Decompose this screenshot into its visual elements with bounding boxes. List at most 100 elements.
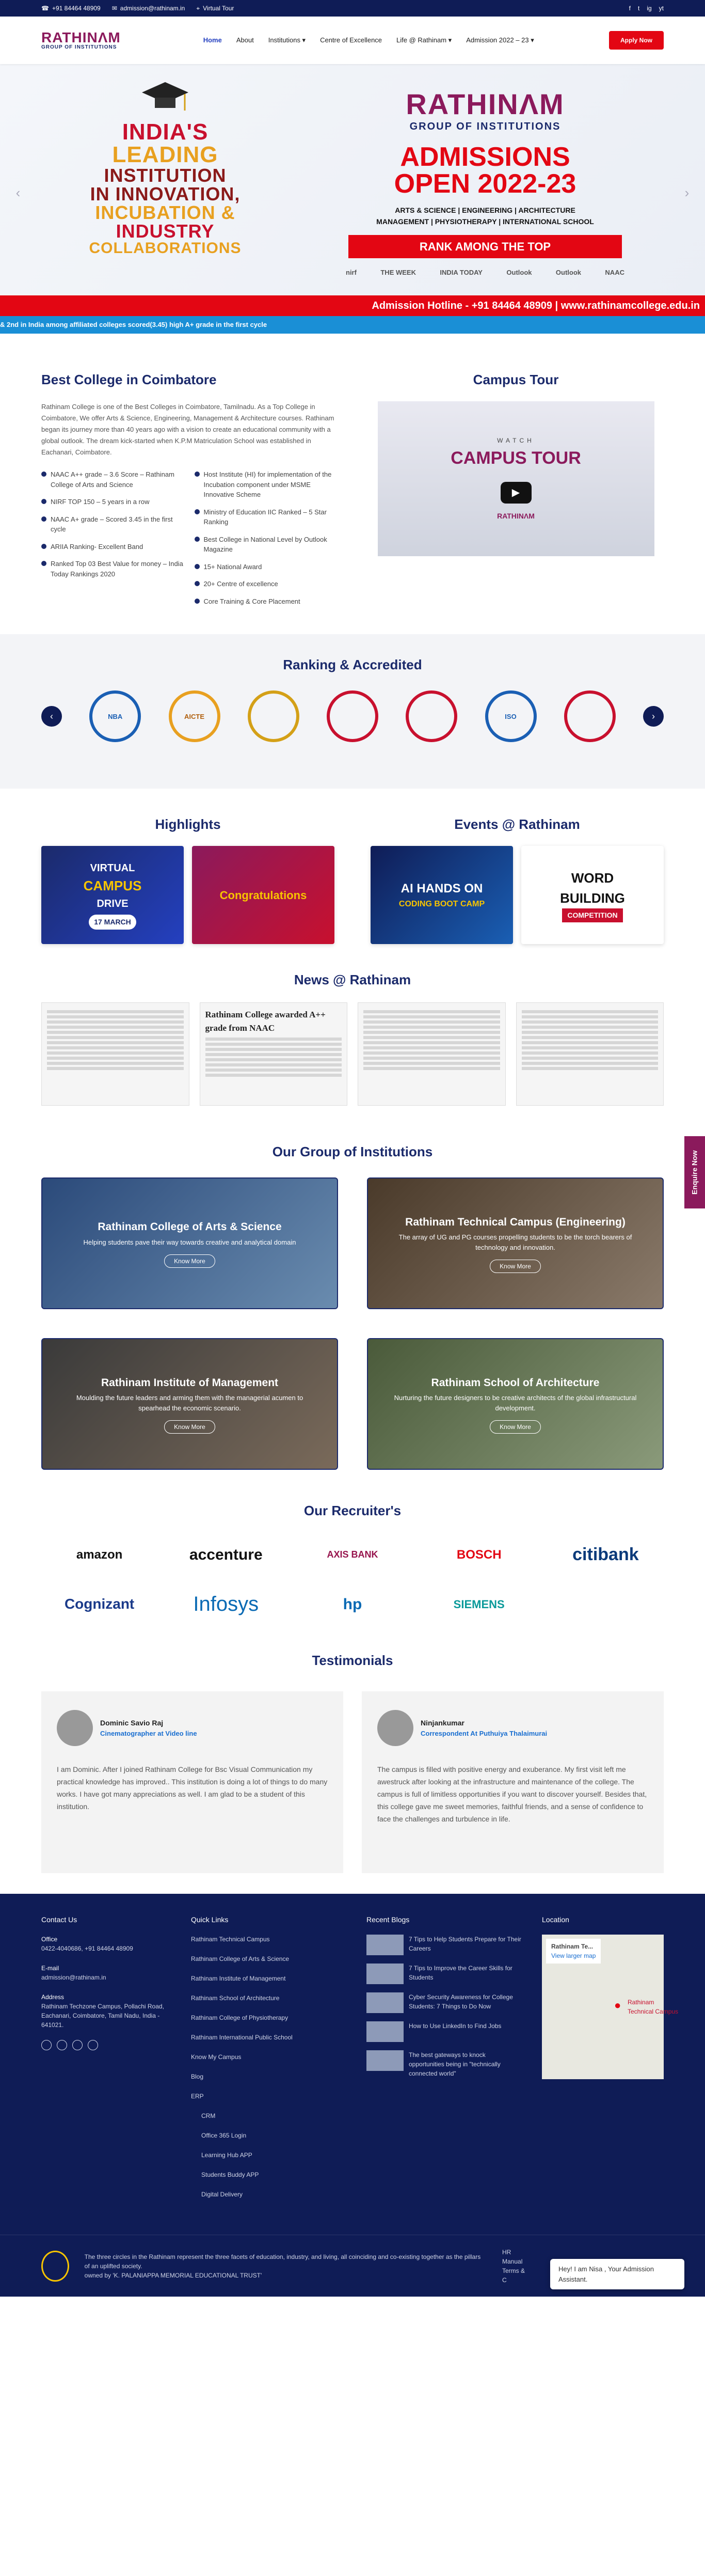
chat-widget[interactable]: Hey! I am Nisa , Your Admission Assistan… <box>550 2259 684 2290</box>
footer-link[interactable]: Students Buddy APP <box>201 2170 346 2179</box>
aicte-badge: AICTE <box>168 690 220 743</box>
news-clipping[interactable] <box>358 1002 506 1106</box>
institution-card: Rathinam Technical Campus (Engineering) … <box>367 1177 664 1310</box>
list-item: Host Institute (HI) for implementation o… <box>194 469 338 500</box>
view-larger-map-link[interactable]: View larger map <box>551 1951 596 1960</box>
hr-manual-link[interactable]: HR Manual <box>502 2248 530 2266</box>
recruiter-logo: BOSCH <box>456 1547 502 1562</box>
footer-link[interactable]: Digital Delivery <box>201 2190 346 2199</box>
recruiter-logo: AXIS BANK <box>327 1549 378 1560</box>
footer-email-link[interactable]: admission@rathinam.in <box>41 1973 170 1982</box>
twitter-icon[interactable] <box>57 2040 67 2051</box>
instagram-icon[interactable]: ig <box>647 4 651 13</box>
blog-item[interactable]: The best gateways to knock opportunities… <box>366 2050 521 2078</box>
highlight-card[interactable]: Congratulations <box>192 846 334 945</box>
hero-next-icon[interactable]: › <box>679 183 695 203</box>
news-clipping[interactable] <box>41 1002 189 1106</box>
virtual-tour-link[interactable]: ⌖ Virtual Tour <box>196 4 234 13</box>
recruiter-logo: Cognizant <box>64 1596 135 1612</box>
event-card[interactable]: WORD BUILDING COMPETITION <box>521 846 664 945</box>
campus-tour-title: Campus Tour <box>473 372 559 387</box>
phone-link[interactable]: ☎ +91 84464 48909 <box>41 4 101 13</box>
recruiter-logo: Infosys <box>193 1593 259 1616</box>
list-item: Ministry of Education IIC Ranked – 5 Sta… <box>194 507 338 527</box>
group-title: Our Group of Institutions <box>272 1144 433 1160</box>
campus-tour-video[interactable]: WATCH CAMPUS TOUR ▶ RATHINΛM <box>377 401 654 556</box>
news-clipping[interactable] <box>516 1002 664 1106</box>
youtube-icon[interactable]: yt <box>659 4 664 13</box>
header: RATHINΛM GROUP OF INSTITUTIONS Home Abou… <box>0 17 705 64</box>
footer-logo <box>41 2250 69 2282</box>
footer-link[interactable]: CRM <box>201 2111 346 2121</box>
phone-icon: ☎ <box>41 5 49 12</box>
nav-institutions[interactable]: Institutions ▾ <box>268 35 306 45</box>
nav-centre-of-excellence[interactable]: Centre of Excellence <box>320 35 382 45</box>
blog-item[interactable]: Cyber Security Awareness for College Stu… <box>366 1992 521 2014</box>
footer-link[interactable]: Rathinam College of Physiotherapy <box>191 2013 346 2022</box>
play-icon[interactable]: ▶ <box>500 482 532 504</box>
blog-item[interactable]: 7 Tips to Help Students Prepare for Thei… <box>366 1935 521 1956</box>
list-item: NAAC A++ grade – 3.6 Score – Rathinam Co… <box>41 469 184 490</box>
nav-life[interactable]: Life @ Rathinam ▾ <box>396 35 452 45</box>
nba-badge: NBA <box>89 690 141 743</box>
news-title: News @ Rathinam <box>294 972 411 988</box>
highlight-card[interactable]: VIRTUAL CAMPUS DRIVE 17 MARCH <box>41 846 184 945</box>
know-more-button[interactable]: Know More <box>490 1260 541 1274</box>
youtube-icon[interactable] <box>72 2040 83 2051</box>
blog-item[interactable]: How to Use LinkedIn to Find Jobs <box>366 2021 521 2043</box>
footer-link[interactable]: Rathinam Technical Campus <box>191 1935 346 1944</box>
recruiter-logo: hp <box>343 1595 362 1613</box>
footer-link[interactable]: ERP <box>191 2092 346 2101</box>
event-card[interactable]: AI HANDS ON CODING BOOT CAMP <box>371 846 513 945</box>
blog-item[interactable]: 7 Tips to Improve the Career Skills for … <box>366 1964 521 1985</box>
footer-link[interactable]: Rathinam International Public School <box>191 2033 346 2042</box>
news-section: News @ Rathinam Rathinam College awarded… <box>0 960 705 1116</box>
hero-banner: ‹ › INDIA'S LEADING INSTITUTION IN INNOV… <box>0 64 705 316</box>
footer-link[interactable]: Rathinam School of Architecture <box>191 1993 346 2003</box>
logo[interactable]: RATHINΛM GROUP OF INSTITUTIONS <box>41 30 121 51</box>
location-map[interactable]: Rathinam Te... View larger map ● Rathina… <box>542 1935 678 2080</box>
carousel-prev-icon[interactable]: ‹ <box>41 706 62 727</box>
news-ticker: & 2nd in India among affiliated colleges… <box>0 316 705 334</box>
accreditation-badge <box>327 690 378 743</box>
ranking-logos: nirf THE WEEK INDIA TODAY Outlook Outloo… <box>346 268 624 276</box>
twitter-icon[interactable]: t <box>638 4 639 13</box>
know-more-button[interactable]: Know More <box>164 1254 215 1268</box>
instagram-icon[interactable] <box>88 2040 98 2051</box>
facebook-icon[interactable]: f <box>629 4 631 13</box>
footer-link[interactable]: Rathinam College of Arts & Science <box>191 1954 346 1964</box>
nav-about[interactable]: About <box>236 35 254 45</box>
carousel-next-icon[interactable]: › <box>643 706 664 727</box>
footer-bottom: The three circles in the Rathinam repres… <box>0 2235 705 2297</box>
news-clipping[interactable]: Rathinam College awarded A++ grade from … <box>199 1002 347 1106</box>
iso-badge: ISO <box>485 690 537 743</box>
facebook-icon[interactable] <box>41 2040 52 2051</box>
recruiter-logo: SIEMENS <box>453 1597 505 1611</box>
hero-prev-icon[interactable]: ‹ <box>10 183 26 203</box>
recruiter-logo: accenture <box>189 1546 263 1564</box>
footer-link[interactable]: Office 365 Login <box>201 2131 346 2140</box>
events-title: Events @ Rathinam <box>454 816 580 833</box>
enquire-now-tab[interactable]: Enquire Now <box>684 1136 705 1208</box>
graduation-cap-icon <box>142 82 188 111</box>
footer-link[interactable]: Blog <box>191 2072 346 2081</box>
map-pin-icon: ● <box>614 1999 621 2012</box>
footer-link[interactable]: Rathinam Institute of Management <box>191 1974 346 1983</box>
email-link[interactable]: ✉ admission@rathinam.in <box>112 4 185 13</box>
know-more-button[interactable]: Know More <box>490 1420 541 1434</box>
footer-link[interactable]: Know My Campus <box>191 2052 346 2062</box>
institution-card: Rathinam Institute of Management Mouldin… <box>41 1338 338 1470</box>
apply-now-button[interactable]: Apply Now <box>609 31 664 50</box>
accreditation-badge <box>564 690 616 743</box>
top-bar: ☎ +91 84464 48909 ✉ admission@rathinam.in … <box>0 0 705 17</box>
admission-hotline-band: Admission Hotline - +91 84464 48909 | ww… <box>0 295 705 316</box>
know-more-button[interactable]: Know More <box>164 1420 215 1434</box>
nav-home[interactable]: Home <box>203 35 222 45</box>
nav-admission[interactable]: Admission 2022 – 23 ▾ <box>466 35 534 45</box>
footer-link[interactable]: Learning Hub APP <box>201 2150 346 2160</box>
terms-link[interactable]: Terms & C <box>502 2266 530 2285</box>
recruiter-logo: amazon <box>76 1547 123 1562</box>
highlights-events-section: Highlights VIRTUAL CAMPUS DRIVE 17 MARCH… <box>0 789 705 960</box>
recruiters-title: Our Recruiter's <box>303 1503 402 1519</box>
footer: Contact Us Office 0422-4040686, +91 8446… <box>0 1894 705 2297</box>
